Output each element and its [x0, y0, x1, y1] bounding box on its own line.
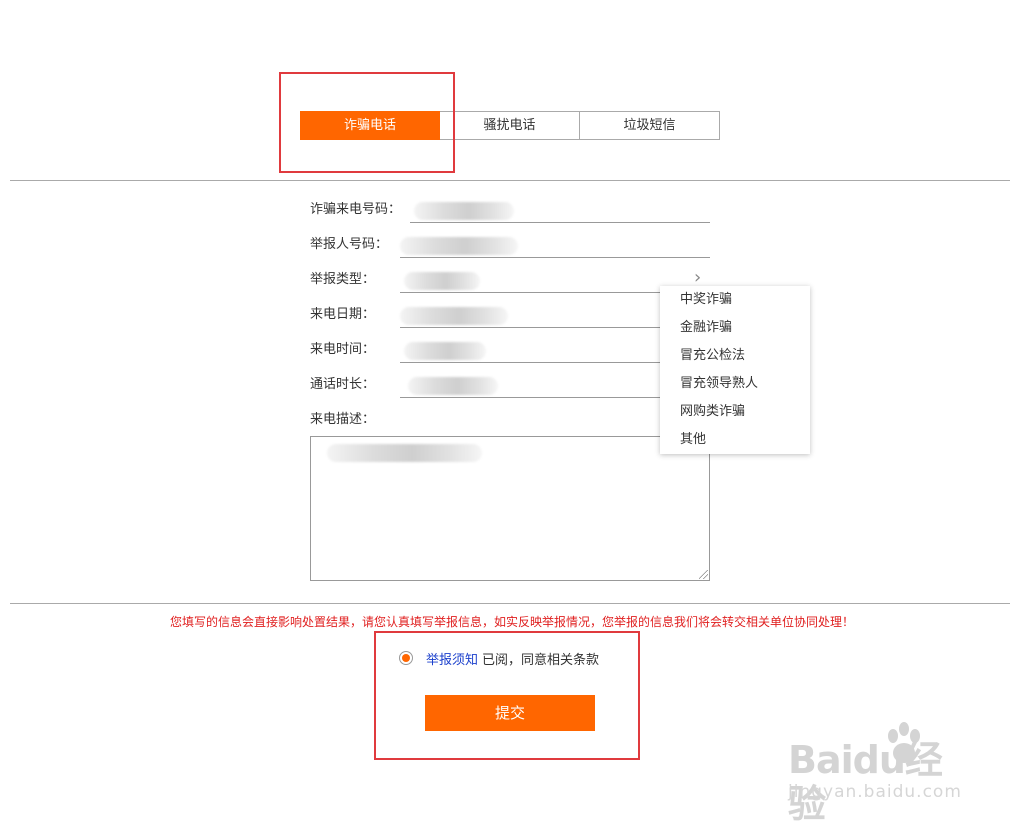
call-duration-row: 通话时长： — [310, 375, 710, 405]
call-date-row: 来电日期： — [310, 305, 710, 335]
redacted-value — [414, 202, 514, 220]
watermark-url: jingyan.baidu.com — [788, 782, 962, 802]
resize-handle-icon[interactable] — [699, 570, 708, 579]
report-type-label: 举报类型： — [310, 272, 376, 287]
fraud-number-input[interactable] — [410, 200, 710, 223]
dropdown-option[interactable]: 中奖诈骗 — [660, 288, 810, 316]
reporter-number-input[interactable] — [400, 235, 710, 258]
dropdown-option[interactable]: 其他 — [660, 428, 810, 456]
report-type-row: 举报类型： — [310, 270, 710, 300]
tab-harassment-call[interactable]: 骚扰电话 — [440, 111, 580, 140]
redacted-value — [404, 272, 480, 290]
reporter-number-label: 举报人号码： — [310, 237, 389, 252]
divider-top — [10, 180, 1010, 181]
call-date-label: 来电日期： — [310, 307, 376, 322]
reporter-number-row: 举报人号码： — [310, 235, 710, 265]
dropdown-option[interactable]: 冒充领导熟人 — [660, 372, 810, 400]
fraud-number-label: 诈骗来电号码： — [310, 202, 402, 217]
redacted-value — [327, 444, 482, 462]
fraud-number-row: 诈骗来电号码： — [310, 200, 710, 230]
redacted-value — [404, 342, 486, 360]
dropdown-option[interactable]: 冒充公检法 — [660, 344, 810, 372]
dropdown-option[interactable]: 网购类诈骗 — [660, 400, 810, 428]
redacted-value — [400, 307, 508, 325]
annotation-box-tabs — [279, 72, 455, 173]
redacted-value — [400, 237, 518, 255]
report-type-dropdown: 中奖诈骗 金融诈骗 冒充公检法 冒充领导熟人 网购类诈骗 其他 — [660, 286, 810, 454]
call-time-row: 来电时间： — [310, 340, 710, 370]
warning-text: 您填写的信息会直接影响处置结果，请您认真填写举报信息，如实反映举报情况，您举报的… — [169, 615, 854, 629]
description-textarea[interactable] — [310, 436, 710, 581]
dropdown-option[interactable]: 金融诈骗 — [660, 316, 810, 344]
baidu-jingyan-watermark: Baidu经验 jingyan.baidu.com — [788, 722, 978, 826]
chevron-right-icon[interactable]: › — [694, 268, 701, 288]
tab-spam-sms[interactable]: 垃圾短信 — [580, 111, 720, 140]
description-label: 来电描述： — [310, 412, 376, 427]
divider-bottom — [10, 603, 1010, 604]
redacted-value — [408, 377, 498, 395]
call-duration-label: 通话时长： — [310, 377, 376, 392]
annotation-box-submit — [374, 631, 640, 760]
call-time-label: 来电时间： — [310, 342, 376, 357]
